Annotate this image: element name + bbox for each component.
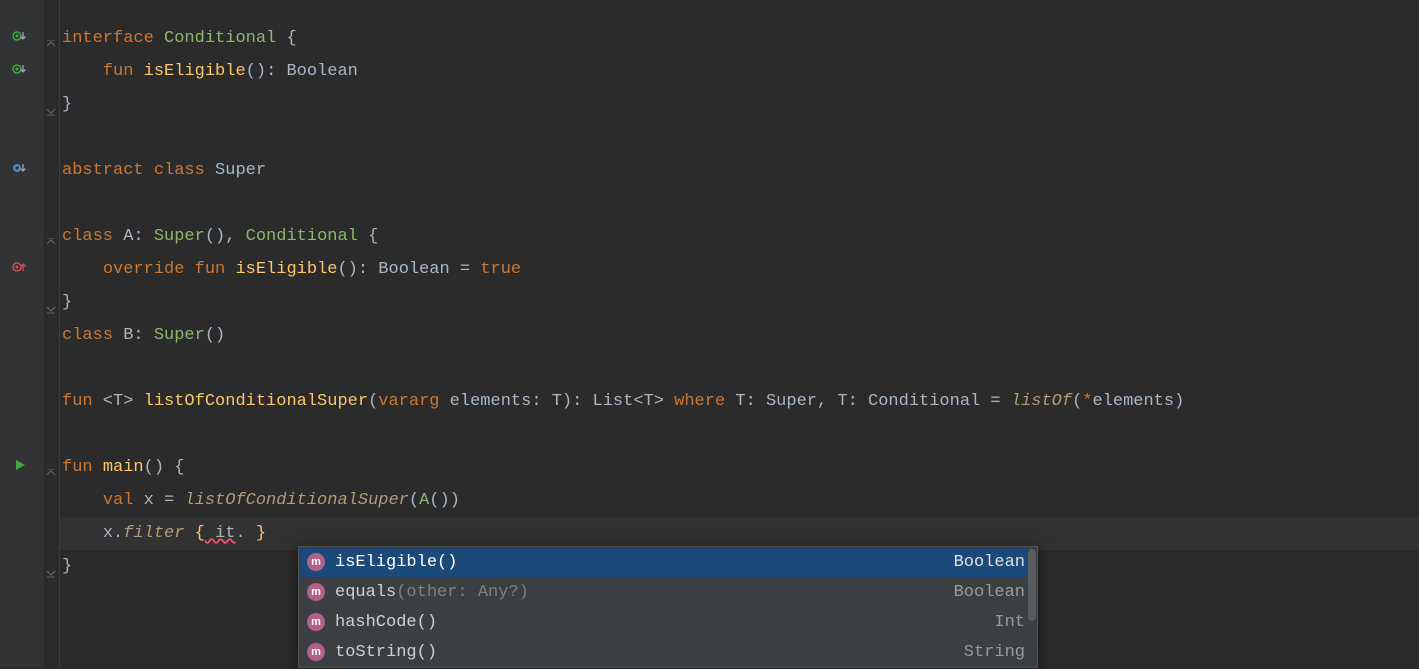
code-editor: interface Conditional { fun isEligible()… xyxy=(0,0,1419,667)
run-icon[interactable] xyxy=(6,455,34,475)
param-name: elements xyxy=(439,392,531,411)
method-icon: m xyxy=(307,613,325,631)
keyword: interface xyxy=(62,29,154,48)
code-line[interactable]: class B: Super() xyxy=(62,319,1419,352)
code-area[interactable]: interface Conditional { fun isEligible()… xyxy=(60,0,1419,667)
overrides-up-icon[interactable] xyxy=(6,257,34,277)
it-reference: it xyxy=(205,524,236,543)
function-name: main xyxy=(103,458,144,477)
completion-label: equals(other: Any?) xyxy=(335,576,529,609)
keyword: abstract xyxy=(62,161,144,180)
supertype: Conditional xyxy=(246,227,358,246)
brace: } xyxy=(62,293,72,312)
completion-type: Int xyxy=(994,606,1025,639)
fold-close-icon[interactable] xyxy=(46,294,58,306)
keyword: val xyxy=(103,491,134,510)
completion-label: hashCode() xyxy=(335,606,437,639)
code-line[interactable]: override fun isEligible(): Boolean = tru… xyxy=(62,253,1419,286)
function-call: listOf xyxy=(1011,392,1072,411)
type-name: A xyxy=(123,227,133,246)
param-type: T xyxy=(552,392,562,411)
fold-close-icon[interactable] xyxy=(46,558,58,570)
completion-type: String xyxy=(964,636,1025,669)
type-name: B xyxy=(123,326,133,345)
type-bound: Conditional xyxy=(868,392,980,411)
completion-label: isEligible() xyxy=(335,546,457,579)
keyword: class xyxy=(154,161,205,180)
keyword: where xyxy=(664,392,735,411)
method-icon: m xyxy=(307,583,325,601)
constructor-call: A xyxy=(419,491,429,510)
brace: { xyxy=(358,227,378,246)
function-call: listOfConditionalSuper xyxy=(184,491,408,510)
fold-open-icon[interactable] xyxy=(46,30,58,42)
code-line[interactable]: abstract class Super xyxy=(62,154,1419,187)
subclassed-icon[interactable] xyxy=(6,158,34,178)
completion-item[interactable]: m toString() String xyxy=(299,637,1037,667)
gutter xyxy=(0,0,44,667)
type-name: Super xyxy=(215,161,266,180)
code-line[interactable]: fun <T> listOfConditionalSuper(vararg el… xyxy=(62,385,1419,418)
function-name: isEligible xyxy=(144,62,246,81)
fold-close-icon[interactable] xyxy=(46,96,58,108)
code-line[interactable]: } xyxy=(62,88,1419,121)
function-name: isEligible xyxy=(235,260,337,279)
keyword: vararg xyxy=(378,392,439,411)
fold-open-icon[interactable] xyxy=(46,459,58,471)
code-line[interactable]: } xyxy=(62,286,1419,319)
brace: } xyxy=(62,95,72,114)
variable-name: x xyxy=(133,491,164,510)
completion-popup[interactable]: m isEligible() Boolean m equals(other: A… xyxy=(298,546,1038,668)
method-icon: m xyxy=(307,553,325,571)
keyword: fun xyxy=(62,458,93,477)
brace: { xyxy=(276,29,296,48)
brace: { xyxy=(164,458,184,477)
type-bound: Super xyxy=(766,392,817,411)
code-line[interactable]: class A: Super(), Conditional { xyxy=(62,220,1419,253)
keyword: class xyxy=(62,326,113,345)
code-line[interactable]: val x = listOfConditionalSuper(A()) xyxy=(62,484,1419,517)
implements-down-icon[interactable] xyxy=(6,26,34,46)
brace: { xyxy=(195,524,205,543)
keyword: override xyxy=(103,260,185,279)
completion-type: Boolean xyxy=(954,576,1025,609)
argument: elements xyxy=(1092,392,1174,411)
completion-scrollbar[interactable] xyxy=(1027,547,1037,667)
scrollbar-thumb[interactable] xyxy=(1028,549,1036,621)
keyword: class xyxy=(62,227,113,246)
completion-item[interactable]: m isEligible() Boolean xyxy=(299,547,1037,577)
fold-gutter xyxy=(44,0,60,667)
supertype: Super xyxy=(154,227,205,246)
code-line[interactable]: interface Conditional { xyxy=(62,22,1419,55)
code-line[interactable]: fun main() { xyxy=(62,451,1419,484)
brace: } xyxy=(62,557,72,576)
function-name: listOfConditionalSuper xyxy=(144,392,368,411)
type-param: T xyxy=(113,392,123,411)
function-call: filter xyxy=(123,524,184,543)
receiver: x xyxy=(103,524,113,543)
return-type: Boolean xyxy=(378,260,449,279)
keyword: fun xyxy=(195,260,226,279)
completion-item[interactable]: m hashCode() Int xyxy=(299,607,1037,637)
keyword: fun xyxy=(62,392,93,411)
return-type: List xyxy=(593,392,634,411)
completion-label: toString() xyxy=(335,636,437,669)
brace: } xyxy=(256,524,266,543)
type-name: Conditional xyxy=(164,29,276,48)
keyword: fun xyxy=(103,62,134,81)
code-line[interactable]: fun isEligible(): Boolean xyxy=(62,55,1419,88)
return-type: Boolean xyxy=(286,62,357,81)
implements-down-icon[interactable] xyxy=(6,59,34,79)
method-icon: m xyxy=(307,643,325,661)
completion-item[interactable]: m equals(other: Any?) Boolean xyxy=(299,577,1037,607)
keyword: true xyxy=(480,260,521,279)
fold-open-icon[interactable] xyxy=(46,228,58,240)
supertype: Super xyxy=(154,326,205,345)
completion-type: Boolean xyxy=(954,546,1025,579)
